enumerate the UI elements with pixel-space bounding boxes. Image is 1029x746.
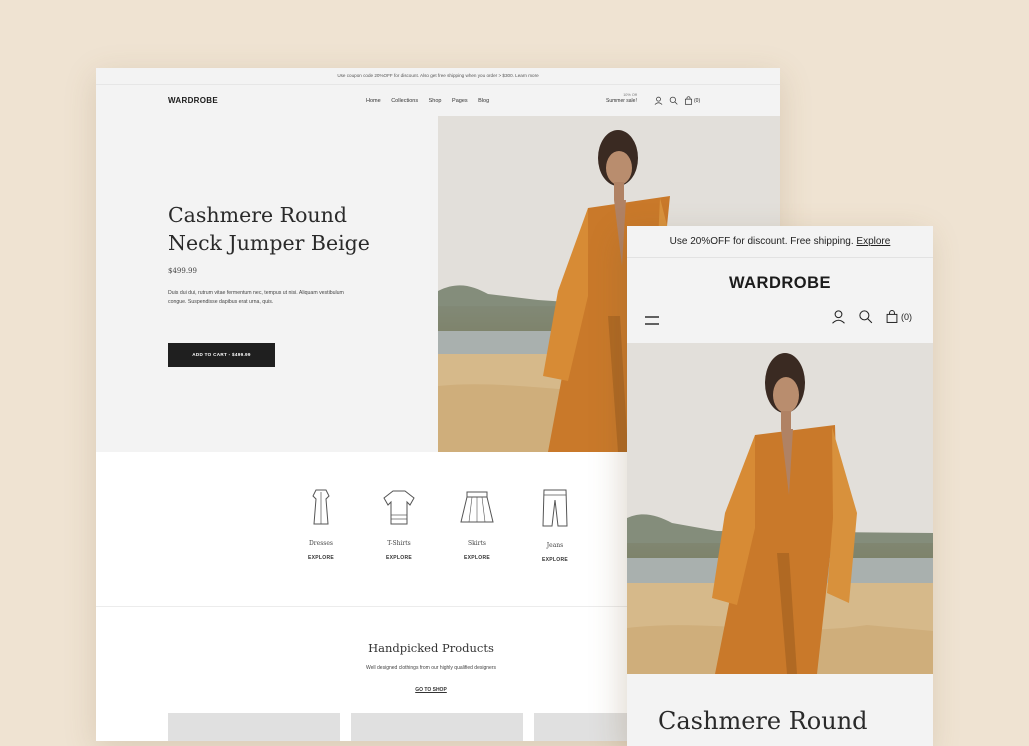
product-title-line1: Cashmere Round (168, 203, 347, 227)
account-icon[interactable] (654, 96, 663, 105)
mobile-announcement-text: Use 20%OFF for discount. Free shipping. (669, 236, 854, 247)
main-nav: Home Collections Shop Pages Blog (366, 98, 498, 104)
cart-bag-icon (684, 96, 693, 105)
nav-item-home[interactable]: Home (366, 98, 381, 104)
category-skirts[interactable]: Skirts EXPLORE (447, 488, 507, 561)
jeans-icon (542, 489, 568, 527)
category-name: Jeans (546, 542, 564, 549)
header-icons: (0) (654, 96, 700, 105)
nav-item-pages[interactable]: Pages (452, 98, 468, 104)
cart-button[interactable]: (0) (684, 96, 700, 105)
announcement-bar: Use coupon code 20%OFF for discount. Als… (96, 68, 780, 85)
mobile-announcement-link[interactable]: Explore (856, 236, 890, 247)
site-logo[interactable]: WARDROBE (168, 96, 218, 105)
dress-icon (312, 489, 330, 525)
hamburger-menu-icon[interactable] (645, 312, 659, 330)
category-name: Dresses (308, 540, 334, 547)
nav-item-collections[interactable]: Collections (391, 98, 418, 104)
cart-count: (0) (694, 97, 701, 104)
mobile-site-logo[interactable]: WARDROBE (627, 274, 933, 293)
search-icon[interactable] (858, 309, 873, 324)
sale-label: Summer sale! (606, 98, 637, 104)
category-jeans[interactable]: Jeans EXPLORE (525, 488, 585, 563)
search-icon[interactable] (669, 96, 678, 105)
add-to-cart-button[interactable]: ADD TO CART - $499.99 (168, 343, 275, 367)
mobile-announcement-bar: Use 20%OFF for discount. Free shipping. … (627, 226, 933, 258)
product-card[interactable] (351, 713, 523, 741)
category-dresses[interactable]: Dresses EXPLORE (291, 488, 351, 561)
category-explore-link[interactable]: EXPLORE (291, 555, 351, 561)
category-explore-link[interactable]: EXPLORE (369, 555, 429, 561)
sale-promo[interactable]: 10% Off Summer sale! (606, 92, 637, 104)
mobile-product-title: Cashmere Round (658, 707, 868, 735)
category-tshirts[interactable]: T-Shirts EXPLORE (369, 488, 429, 561)
hero-section: Cashmere Round Neck Jumper Beige $499.99… (96, 116, 438, 452)
nav-item-blog[interactable]: Blog (478, 98, 489, 104)
account-icon[interactable] (831, 309, 846, 324)
tshirt-icon (383, 490, 415, 525)
category-name: Skirts (467, 540, 487, 547)
mobile-mockup: Use 20%OFF for discount. Free shipping. … (627, 226, 933, 746)
product-card[interactable] (168, 713, 340, 741)
mobile-hero-image (627, 343, 933, 674)
mobile-header-icons: (0) (831, 309, 912, 324)
skirt-icon (460, 491, 494, 523)
product-description: Duis dui dui, rutrum vitae fermentum nec… (168, 290, 344, 305)
cart-count: (0) (901, 311, 912, 322)
product-title-line2: Neck Jumper Beige (168, 231, 370, 255)
nav-item-shop[interactable]: Shop (429, 98, 442, 104)
cart-bag-icon (886, 310, 898, 323)
category-name: T-Shirts (387, 540, 411, 547)
product-title: Cashmere Round Neck Jumper Beige (168, 201, 388, 257)
product-price: $499.99 (168, 267, 197, 275)
site-header: WARDROBE Home Collections Shop Pages Blo… (96, 85, 780, 118)
category-explore-link[interactable]: EXPLORE (447, 555, 507, 561)
cart-button[interactable]: (0) (885, 309, 912, 324)
category-explore-link[interactable]: EXPLORE (525, 557, 585, 563)
